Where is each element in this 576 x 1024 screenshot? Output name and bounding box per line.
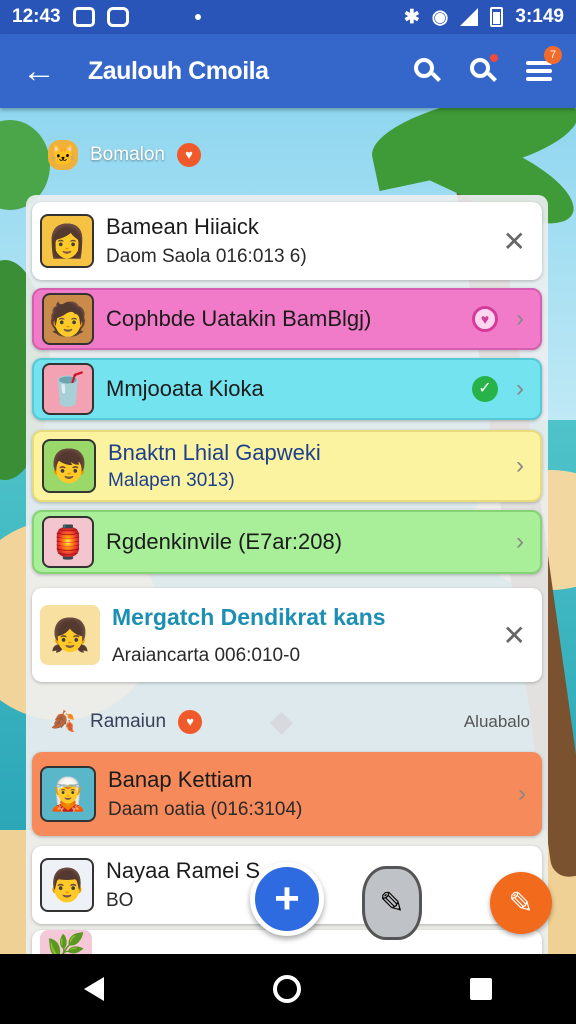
section-action[interactable]: Aluabalo (464, 712, 530, 732)
diamond-icon: ◆ (270, 705, 294, 738)
menu-line (526, 77, 552, 81)
heart-icon[interactable]: ♥ (472, 306, 498, 332)
avatar: 👩 (40, 214, 94, 268)
item-name: Rgdenkinvile (E7ar:208) (106, 529, 343, 554)
notification-dot (490, 54, 498, 62)
list-item[interactable]: 👧 Mergatch Dendikrat kans Araiancarta 00… (32, 588, 542, 682)
nav-home-icon[interactable] (272, 975, 301, 1003)
section-label: Bomalon (90, 144, 165, 165)
clock: 12:43 (12, 6, 61, 27)
notification-icon (72, 7, 95, 27)
notification-search-icon[interactable] (468, 54, 498, 86)
heart-icon: ♥ (178, 709, 203, 734)
system-nav-bar (0, 954, 576, 1024)
bluetooth-icon: ✱ (403, 6, 420, 28)
avatar: 🧑 (42, 293, 94, 345)
chevron-right-icon[interactable]: › (516, 375, 524, 403)
avatar: 👨 (40, 858, 94, 912)
avatar: 🏮 (42, 516, 94, 568)
search-handle (487, 72, 497, 82)
item-name: Bamean Hiiaick (106, 214, 259, 239)
list-item[interactable]: 👦 Bnaktn Lhial Gapweki Malapen 3013) › (32, 430, 542, 502)
dot-icon (194, 14, 201, 20)
list-item[interactable]: 🧑 Cophbde Uatakin BamBlgj) ♥ › (32, 288, 542, 350)
avatar: 👧 (40, 605, 100, 665)
chevron-right-icon[interactable]: › (516, 528, 524, 556)
item-name: Bnaktn Lhial Gapweki (108, 440, 321, 465)
close-icon[interactable]: ✕ (503, 619, 526, 652)
avatar: 🥤 (42, 363, 94, 415)
clock-right: 3:149 (515, 6, 564, 27)
camera-icon (106, 7, 129, 27)
item-subtitle: Araiancarta 006:010-0 (112, 644, 301, 666)
chevron-right-icon[interactable]: › (518, 780, 526, 808)
app-bar: ← Zaulouh Cmoila 7 (0, 34, 576, 108)
item-name: Mergatch Dendikrat kans (112, 603, 386, 630)
list-item[interactable]: 👩 Bamean Hiiaick Daom Saola 016:013 6) ✕ (32, 202, 542, 280)
alarm-icon: ◉ (431, 6, 449, 28)
page-title: Zaulouh Cmoila (88, 56, 269, 85)
nav-back-icon[interactable] (84, 977, 105, 1001)
pencil-icon: ✎ (379, 886, 405, 920)
menu-badge: 7 (544, 46, 562, 64)
list-menu-icon[interactable]: 7 (524, 46, 562, 86)
item-subtitle: Daom Saola 016:013 6) (106, 246, 307, 267)
pencil-button[interactable]: ✎ (362, 866, 422, 940)
search-icon[interactable] (412, 56, 442, 86)
cat-icon: 🐱 (48, 140, 78, 170)
section-label: Ramaiun (90, 710, 167, 732)
list-item[interactable]: 🥤 Mmjooata Kioka ✓ › (32, 358, 542, 420)
avatar: 🧝 (40, 766, 96, 822)
menu-line (526, 69, 552, 73)
chevron-right-icon[interactable]: › (516, 305, 524, 333)
list-item[interactable]: 🏮 Rgdenkinvile (E7ar:208) › (32, 510, 542, 574)
search-handle (431, 72, 441, 82)
chevron-right-icon[interactable]: › (516, 452, 524, 480)
nav-recents-icon[interactable] (469, 978, 492, 1000)
signal-icon (460, 8, 479, 26)
edit-fab[interactable]: ✎ (490, 872, 552, 934)
add-fab-icon: + (274, 874, 300, 923)
battery-icon (490, 7, 504, 27)
item-name: Mmjooata Kioka (106, 376, 264, 401)
list-item[interactable]: 🧝 Banap Kettiam Daam oatia (016:3104) › (32, 752, 542, 836)
back-arrow-icon[interactable]: ← (22, 52, 62, 91)
leaf-icon: 🍂 (50, 711, 76, 733)
section-header: 🍂 Ramaiun ♥ ◆ Aluabalo (48, 704, 530, 739)
check-icon: ✓ (472, 376, 498, 402)
heart-icon: ♥ (177, 143, 201, 167)
item-subtitle: Daam oatia (016:3104) (108, 799, 303, 820)
avatar: 👦 (42, 439, 96, 493)
item-subtitle: Malapen 3013) (108, 470, 235, 491)
edit-fab-icon: ✎ (508, 886, 534, 920)
item-name: Cophbde Uatakin BamBlgj) (106, 306, 372, 331)
status-bar: 12:43 ✱ ◉ 3:149 (0, 0, 576, 34)
section-header: 🐱 Bomalon ♥ (48, 140, 201, 170)
add-fab[interactable]: + (250, 862, 324, 936)
item-name: Banap Kettiam (108, 767, 253, 792)
close-icon[interactable]: ✕ (503, 225, 526, 258)
